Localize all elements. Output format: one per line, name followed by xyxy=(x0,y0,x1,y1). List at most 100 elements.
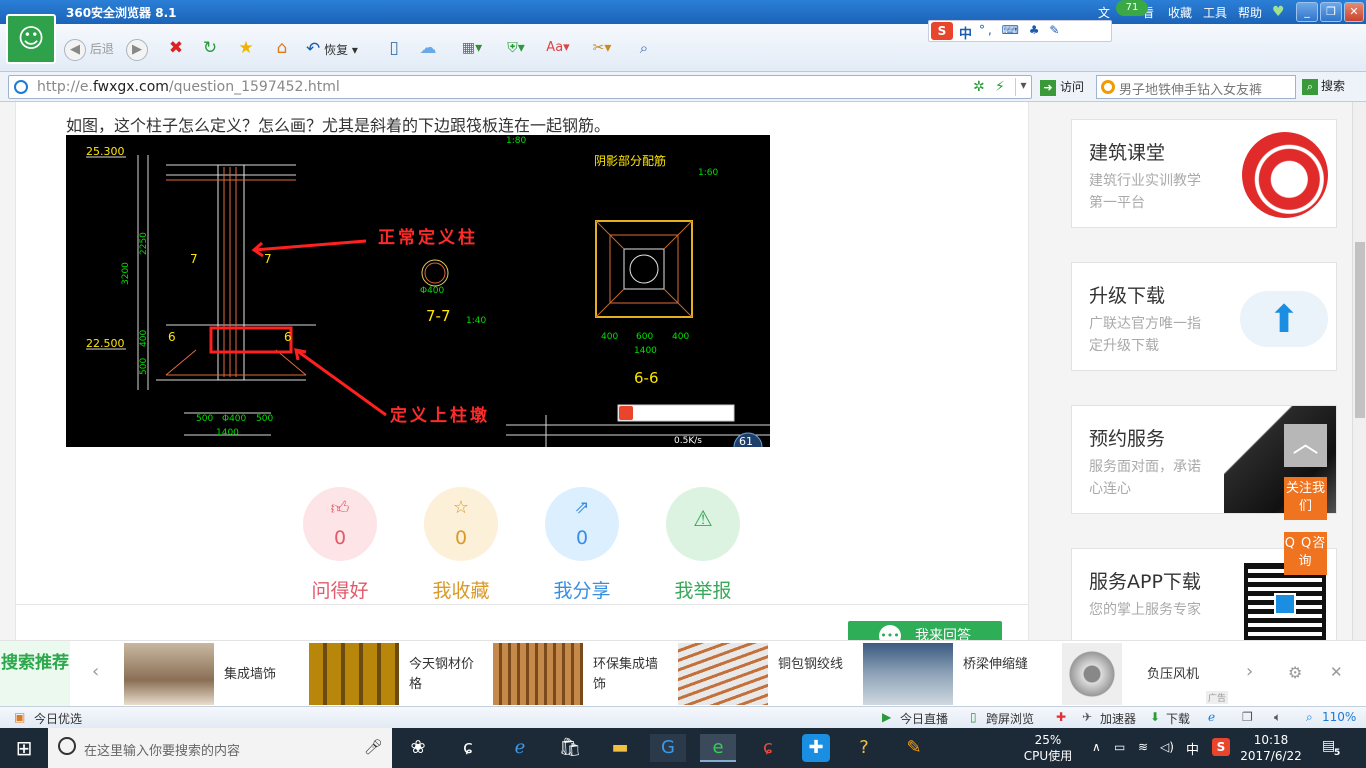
page-scrollbar[interactable] xyxy=(1352,102,1366,640)
cpu-meter[interactable]: 25% CPU使用 xyxy=(1020,732,1076,764)
report-label[interactable]: 我举报 xyxy=(643,576,763,603)
microphone-icon[interactable]: 🎤︎ xyxy=(364,738,383,756)
recommend-image[interactable] xyxy=(309,643,399,705)
ie-icon[interactable]: ℯ xyxy=(1208,710,1215,724)
prev-arrow-icon[interactable]: ‹ xyxy=(92,661,99,682)
minimize-button[interactable]: _ xyxy=(1296,2,1318,22)
edge-icon[interactable]: ℯ xyxy=(502,734,538,762)
ime-indicator[interactable]: 中 xyxy=(1186,739,1199,758)
today-live[interactable]: 今日直播 xyxy=(900,710,948,727)
recommend-item[interactable]: 今天钢材价格 xyxy=(409,655,481,695)
favorite-action[interactable]: ☆ 0 xyxy=(424,487,498,561)
apps-icon[interactable]: ▦▾ xyxy=(460,36,484,60)
home-icon[interactable]: ⌂ xyxy=(270,36,294,60)
next-arrow-icon[interactable]: › xyxy=(1246,661,1253,682)
favorite-label[interactable]: 我收藏 xyxy=(401,576,521,603)
zoom-level[interactable]: 110% xyxy=(1322,710,1356,724)
share-action[interactable]: ⇗ 0 xyxy=(545,487,619,561)
recommend-item[interactable]: 铜包钢绞线 xyxy=(778,655,850,675)
recommend-image[interactable] xyxy=(1062,643,1122,705)
answer-button[interactable]: ••• 我来回答 xyxy=(848,621,1002,640)
report-action[interactable]: ⚠ xyxy=(666,487,740,561)
glodon-g-icon[interactable]: G xyxy=(650,734,686,762)
like-label[interactable]: 问得好 xyxy=(280,576,400,603)
clock[interactable]: 10:18 2017/6/22 xyxy=(1236,732,1306,764)
recommend-item[interactable]: 负压风机 xyxy=(1147,665,1219,685)
address-bar[interactable]: http://e.fwxgx.com/question_1597452.html… xyxy=(8,75,1032,99)
store-icon[interactable]: 🛍︎ xyxy=(552,734,588,762)
recommend-image[interactable] xyxy=(678,643,768,705)
maximize-button[interactable]: ❐ xyxy=(1320,2,1342,22)
translate-icon[interactable]: Aa▾ xyxy=(546,36,570,60)
screenshot-icon[interactable]: ✂▾ xyxy=(590,36,614,60)
help-icon[interactable]: ? xyxy=(846,734,882,762)
scrollbar-thumb[interactable] xyxy=(1355,242,1365,418)
stop-icon[interactable]: ✖ xyxy=(164,36,188,60)
recommend-item[interactable]: 集成墙饰 xyxy=(224,665,296,685)
refresh-icon[interactable]: ↻ xyxy=(198,36,222,60)
recommend-item[interactable]: 环保集成墙饰 xyxy=(593,655,665,695)
menu-tools[interactable]: 工具 xyxy=(1203,4,1227,21)
back-to-top-button[interactable]: ︿ xyxy=(1284,424,1327,467)
sidebar-card-download[interactable]: 升级下载 广联达官方唯一指定升级下载 ⬆ xyxy=(1071,262,1337,371)
phone-icon[interactable]: ▯ xyxy=(382,36,406,60)
tray-chevron-icon[interactable]: ∧ xyxy=(1092,740,1101,754)
visit-button[interactable]: ➜ 访问 xyxy=(1040,77,1084,99)
address-dropdown-icon[interactable]: ▾ xyxy=(1015,78,1031,96)
window-icon[interactable]: ❐ xyxy=(1242,710,1253,724)
user-avatar-icon[interactable]: ☺ xyxy=(6,14,56,64)
close-icon[interactable]: ✕ xyxy=(1330,663,1343,681)
today-picks[interactable]: 今日优选 xyxy=(34,710,82,727)
volume-icon[interactable]: 🔈︎ xyxy=(1274,710,1281,725)
zoom-icon[interactable]: ⌕ xyxy=(632,36,656,60)
wifi-icon[interactable]: ≋ xyxy=(1138,740,1148,754)
security-icon[interactable]: ✲ xyxy=(973,79,985,95)
like-action[interactable]: 👍︎ 0 xyxy=(303,487,377,561)
cad-drawing-image[interactable]: 25.300 22.500 阴影部分配筋 7-7 6-6 7 7 6 6 1:4… xyxy=(66,135,770,462)
sidebar-card-course[interactable]: 建筑课堂 建筑行业实训教学第一平台 xyxy=(1071,119,1337,228)
share-label[interactable]: 我分享 xyxy=(522,576,642,603)
forward-button[interactable]: ▶ xyxy=(126,36,148,62)
cloud-icon[interactable]: ☁ xyxy=(416,36,440,60)
shield-icon[interactable]: ⛨▾ xyxy=(504,36,528,60)
back-button[interactable]: ◀ 后退 xyxy=(64,36,114,62)
ime-toolbar[interactable]: S 中 °, ⌨ ♣ ✎ xyxy=(928,20,1112,42)
app-blue-icon[interactable]: ✚ xyxy=(802,734,830,762)
file-explorer-icon[interactable]: ▬ xyxy=(602,734,638,762)
skin-icon[interactable]: ♥ xyxy=(1272,4,1285,20)
browser-360-icon[interactable]: e xyxy=(700,734,736,762)
glodon-app-icon[interactable]: ɕ xyxy=(450,734,486,762)
qq-consult-button[interactable]: Q Q咨询 xyxy=(1284,532,1327,575)
notification-badge[interactable]: 71 xyxy=(1116,0,1148,16)
speaker-icon[interactable]: ◁) xyxy=(1160,740,1174,754)
menu-file[interactable]: 文 xyxy=(1098,4,1110,21)
ime-tools[interactable]: °, ⌨ ♣ ✎ xyxy=(979,23,1062,37)
favorite-star-icon[interactable]: ★ xyxy=(234,36,258,60)
sogou-tray-icon[interactable]: S xyxy=(1212,738,1230,756)
app-red-icon[interactable]: ɕ xyxy=(750,734,786,762)
task-view-icon[interactable]: ❀ xyxy=(400,734,436,762)
speed-mode-icon[interactable]: ⚡ xyxy=(995,79,1005,95)
plus-icon[interactable]: ✚ xyxy=(1056,710,1066,724)
battery-icon[interactable]: ▭ xyxy=(1114,740,1125,754)
restore-button[interactable]: ↶ 恢复 ▾ xyxy=(306,36,358,62)
recommend-image[interactable] xyxy=(493,643,583,705)
search-input[interactable]: 男子地铁伸手钻入女友裤 xyxy=(1096,75,1296,99)
accelerator[interactable]: 加速器 xyxy=(1100,710,1136,727)
cross-screen[interactable]: 跨屏浏览 xyxy=(986,710,1034,727)
notes-icon[interactable]: ✎ xyxy=(896,734,932,762)
recommend-image[interactable] xyxy=(863,643,953,705)
ime-mode[interactable]: 中 xyxy=(959,23,972,42)
downloads[interactable]: 下载 xyxy=(1166,710,1190,727)
settings-gear-icon[interactable]: ⚙ xyxy=(1288,663,1302,682)
recommend-item[interactable]: 桥梁伸缩缝 xyxy=(963,655,1035,675)
recommend-image[interactable] xyxy=(124,643,214,705)
close-button[interactable]: ✕ xyxy=(1344,2,1364,22)
url-text[interactable]: http://e.fwxgx.com/question_1597452.html xyxy=(37,79,340,95)
menu-help[interactable]: 帮助 xyxy=(1238,4,1262,21)
menu-favorites[interactable]: 收藏 xyxy=(1168,4,1192,21)
follow-us-button[interactable]: 关注我们 xyxy=(1284,477,1327,520)
windows-start-icon[interactable]: ⊞ xyxy=(6,734,42,762)
search-button[interactable]: ⌕ 搜索 xyxy=(1302,77,1345,95)
taskbar-search-input[interactable]: 在这里输入你要搜索的内容 🎤︎ xyxy=(48,728,392,768)
